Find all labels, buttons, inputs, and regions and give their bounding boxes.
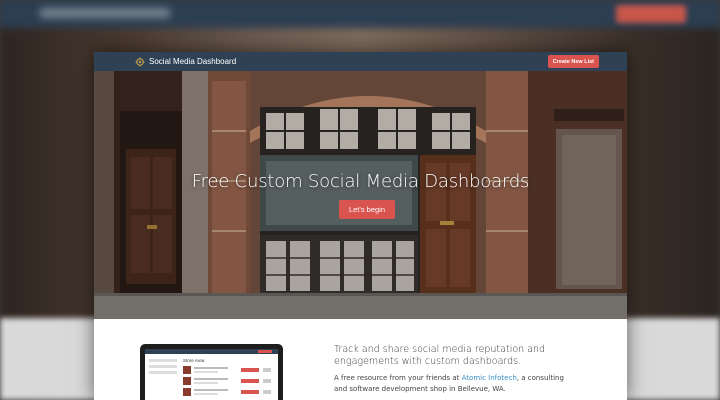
hero-overlay	[94, 71, 627, 319]
gear-logo-icon	[135, 57, 145, 67]
create-new-list-button[interactable]: Create New List	[547, 55, 599, 68]
laptop-preview-image: Store Area	[140, 344, 283, 400]
description: Track and share social media reputation …	[334, 344, 574, 395]
preview-row	[183, 377, 275, 385]
preview-row	[183, 366, 275, 374]
preview-navbar	[145, 349, 278, 354]
content-section: Store Area Track and share social media …	[94, 319, 627, 400]
preview-title: Store Area	[183, 358, 205, 363]
hero-title: Free Custom Social Media Dashboards	[191, 171, 530, 192]
description-prefix: A free resource from your friends at	[334, 374, 462, 382]
navbar: Social Media Dashboard Create New List	[94, 52, 627, 71]
hero: Free Custom Social Media Dashboards Let'…	[94, 71, 627, 319]
description-body: A free resource from your friends at Ato…	[334, 373, 574, 395]
brand-title: Social Media Dashboard	[149, 57, 237, 66]
lets-begin-button[interactable]: Let's begin	[339, 200, 395, 219]
brand[interactable]: Social Media Dashboard	[135, 57, 236, 67]
description-headline: Track and share social media reputation …	[334, 344, 546, 367]
landing-page: Social Media Dashboard Create New List F…	[94, 52, 627, 400]
atomic-infotech-link[interactable]: Atomic Infotech	[462, 374, 517, 382]
blurred-background-title	[40, 8, 170, 18]
dashboard-preview: Store Area	[145, 349, 278, 400]
preview-button	[258, 350, 272, 353]
preview-sidebar	[149, 359, 177, 377]
preview-row	[183, 388, 275, 396]
blurred-background-button	[616, 5, 686, 23]
